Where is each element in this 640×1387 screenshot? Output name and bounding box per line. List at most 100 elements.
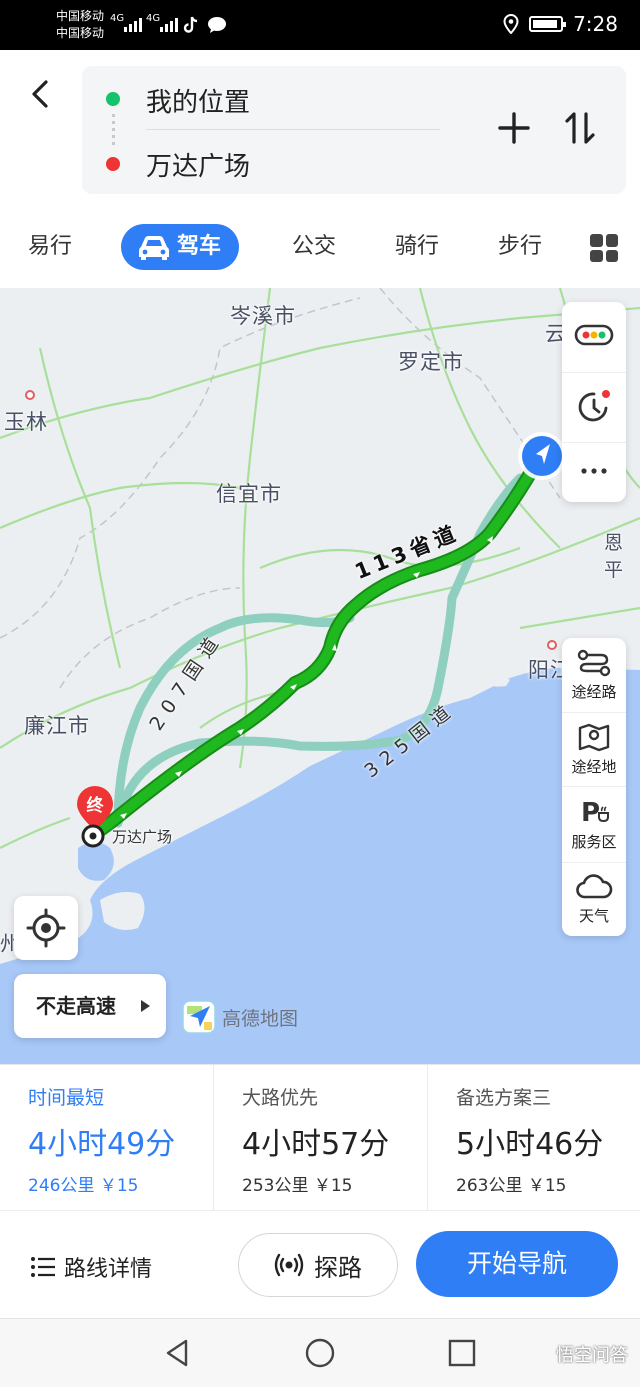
car-icon xyxy=(139,236,169,260)
network-type-1: 4G xyxy=(110,13,125,24)
city-label: 廉江市 xyxy=(24,714,90,738)
island xyxy=(440,683,472,696)
current-location-icon xyxy=(518,432,566,480)
probe-route-button[interactable]: 探路 xyxy=(238,1233,398,1297)
back-button[interactable] xyxy=(22,76,58,112)
tab-cycling[interactable]: 骑行 xyxy=(395,224,439,270)
route-dotted-line xyxy=(112,114,115,148)
nav-back-icon[interactable] xyxy=(162,1337,194,1369)
carrier-2: 中国移动 xyxy=(56,26,105,40)
traffic-light-icon xyxy=(574,324,614,346)
avoid-highway-button[interactable]: 不走高速 xyxy=(14,974,166,1038)
route-option-name: 时间最短 xyxy=(28,1087,105,1109)
tab-walking[interactable]: 步行 xyxy=(498,224,542,270)
route-option-3[interactable]: 备选方案三 5小时46分 263公里 ￥15 xyxy=(427,1065,640,1211)
destination-map-label: 万达广场 xyxy=(112,828,173,846)
parking-service-icon: P xyxy=(581,798,609,827)
clock-history-icon xyxy=(578,389,610,421)
triangle-right-icon xyxy=(141,1000,150,1012)
route-option-time: 4小时57分 xyxy=(242,1127,390,1162)
tab-drive[interactable]: 驾车 xyxy=(121,224,240,270)
avoid-highway-label: 不走高速 xyxy=(36,994,116,1018)
city-dot xyxy=(547,640,557,650)
watermark-text: 悟空问答 xyxy=(556,1345,628,1366)
transport-mode-tabs: 易行 驾车 公交 骑行 步行 xyxy=(0,200,640,288)
service-area-label: 服务区 xyxy=(571,833,617,851)
start-dot-icon xyxy=(106,92,120,106)
route-option-1[interactable]: 时间最短 4小时49分 246公里 ￥15 xyxy=(0,1065,213,1211)
destination-marker-icon: 终 xyxy=(77,786,113,848)
add-waypoint-button[interactable] xyxy=(492,106,536,150)
route-details-label: 路线详情 xyxy=(64,1257,153,1282)
nav-recents-icon[interactable] xyxy=(446,1337,478,1369)
status-time: 7:28 xyxy=(573,12,618,36)
chat-icon xyxy=(208,17,226,33)
signal-icon-2 xyxy=(160,14,178,32)
system-nav-bar: 悟空问答 xyxy=(0,1318,640,1387)
carrier-1: 中国移动 xyxy=(56,9,105,23)
route-option-meta: 246公里 ￥15 xyxy=(28,1176,139,1196)
via-road-label: 途经路 xyxy=(571,682,617,701)
map-layer-panel xyxy=(562,302,626,502)
start-navigation-button[interactable]: 开始导航 xyxy=(416,1231,618,1297)
city-label: 岑溪市 xyxy=(230,304,296,328)
nav-home-icon[interactable] xyxy=(304,1337,336,1369)
battery-icon xyxy=(529,16,567,32)
route-tools-panel: 途经路 途经地 P 服务区 天气 xyxy=(562,638,626,936)
probe-label: 探路 xyxy=(314,1253,362,1282)
traffic-button[interactable] xyxy=(562,302,626,372)
origin-field[interactable]: 我的位置 xyxy=(146,82,250,119)
city-label: 信宜市 xyxy=(216,482,282,506)
route-details-button[interactable]: 路线详情 xyxy=(30,1247,152,1287)
weather-button[interactable]: 天气 xyxy=(562,862,626,936)
destination-marker-label: 终 xyxy=(87,795,105,816)
broadcast-icon xyxy=(274,1253,304,1277)
route-input-box: 我的位置 万达广场 xyxy=(82,66,626,194)
carrier-info: 中国移动 中国移动 xyxy=(56,8,104,42)
map-pin-icon xyxy=(578,723,610,752)
brand-name: 高德地图 xyxy=(222,1007,299,1030)
swap-route-button[interactable] xyxy=(558,106,602,150)
route-header: 我的位置 万达广场 xyxy=(0,50,640,200)
via-road-button[interactable]: 途经路 xyxy=(562,638,626,712)
boundary-line xyxy=(0,297,361,639)
crosshair-icon xyxy=(26,908,66,948)
signal-icon xyxy=(124,14,142,32)
via-place-button[interactable]: 途经地 xyxy=(562,712,626,786)
tiktok-icon xyxy=(183,16,198,33)
status-right: 7:28 xyxy=(503,12,618,36)
history-button[interactable] xyxy=(562,372,626,442)
route-option-time: 5小时46分 xyxy=(456,1127,604,1162)
route-option-2[interactable]: 大路优先 4小时57分 253公里 ￥15 xyxy=(213,1065,426,1211)
list-icon xyxy=(31,1257,55,1277)
more-modes-grid-icon[interactable] xyxy=(590,234,618,262)
locate-me-button[interactable] xyxy=(14,896,78,960)
city-label: 罗定市 xyxy=(398,350,464,374)
route-waypoints-icon xyxy=(577,649,611,676)
destination-field[interactable]: 万达广场 xyxy=(146,146,250,183)
tab-drive-label: 驾车 xyxy=(177,234,222,259)
service-area-button[interactable]: P 服务区 xyxy=(562,786,626,862)
status-bar: 中国移动 中国移动 4G 4G 7:28 xyxy=(0,0,640,50)
route-action-bar: 路线详情 探路 开始导航 xyxy=(0,1210,640,1318)
more-options-button[interactable] xyxy=(562,442,626,502)
svg-text:P: P xyxy=(581,798,600,827)
route-option-meta: 253公里 ￥15 xyxy=(242,1176,353,1196)
city-dot xyxy=(25,390,35,400)
weather-label: 天气 xyxy=(578,907,609,925)
tab-easy-travel[interactable]: 易行 xyxy=(28,224,72,270)
route-option-time: 4小时49分 xyxy=(28,1127,176,1162)
divider xyxy=(146,129,440,130)
map-view[interactable]: 岑溪市 罗定市 玉林 信宜市 廉江市 阳江 云 恩平 州 113省道 207国道… xyxy=(0,288,640,1064)
more-dots-icon xyxy=(581,467,607,474)
network-type-2: 4G xyxy=(146,13,161,24)
via-place-label: 途经地 xyxy=(571,758,617,776)
brand-logo: 高德地图 xyxy=(182,1000,298,1034)
tab-bus[interactable]: 公交 xyxy=(292,224,336,270)
amap-logo-icon xyxy=(182,1000,216,1034)
location-icon xyxy=(503,14,519,34)
city-label: 恩平 xyxy=(604,532,625,581)
route-option-name: 备选方案三 xyxy=(456,1087,552,1109)
route-options: 时间最短 4小时49分 246公里 ￥15 大路优先 4小时57分 253公里 … xyxy=(0,1064,640,1211)
city-label: 玉林 xyxy=(4,410,48,434)
